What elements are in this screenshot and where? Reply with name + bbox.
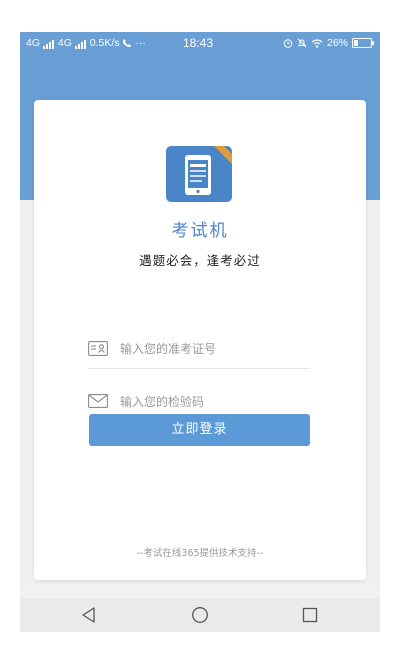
clock: 18:43 [183,36,214,50]
more-notifications: ··· [135,37,146,49]
silent-bell-icon [297,38,307,48]
alarm-icon [283,39,293,48]
login-card: 考试机 遇题必会，逢考必过 立即登录 --考试在线365提供技术支持-- [34,100,366,580]
exam-id-field[interactable] [88,332,310,369]
network-speed: 0.5K/s [89,37,120,49]
battery-level [354,40,359,46]
signal-icon [42,40,54,49]
app-title: 考试机 [171,221,229,241]
home-icon[interactable] [191,606,209,624]
phone-screen: 4G 4G 0.5K/s ··· 18:43 26% 考试机 遇题必会，逢考必过… [20,32,380,632]
wifi-icon [311,38,323,48]
phone-call-icon [123,39,132,48]
back-icon[interactable] [80,606,98,624]
battery-percent: 26% [326,37,348,49]
network-label-1: 4G [26,37,41,49]
network-label-2: 4G [57,37,72,49]
app-logo-icon [166,146,232,202]
status-right: 26% [283,37,374,49]
footer-support-text: --考试在线365提供技术支持-- [136,548,264,559]
battery-icon [352,38,374,48]
login-button[interactable]: 立即登录 [89,414,310,446]
id-card-icon [88,341,108,356]
status-bar: 4G 4G 0.5K/s ··· 18:43 26% [20,32,380,54]
code-input[interactable] [120,391,308,413]
signal-icon-2 [74,40,86,49]
mail-icon [88,394,108,408]
recents-icon[interactable] [301,606,319,624]
app-slogan: 遇题必会，逢考必过 [139,253,261,268]
status-left: 4G 4G 0.5K/s ··· [26,37,146,49]
exam-id-input[interactable] [120,338,308,360]
system-nav-bar [20,598,380,632]
